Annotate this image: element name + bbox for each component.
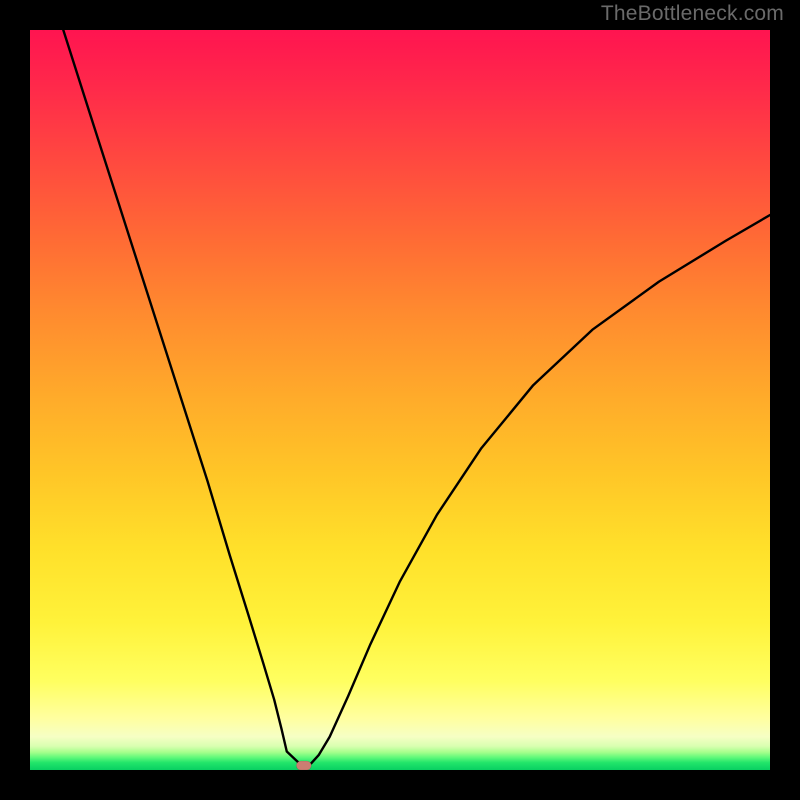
- watermark-text: TheBottleneck.com: [601, 2, 784, 26]
- gradient-background: [30, 30, 770, 770]
- chart-frame: TheBottleneck.com: [0, 0, 800, 800]
- plot-area: [30, 30, 770, 770]
